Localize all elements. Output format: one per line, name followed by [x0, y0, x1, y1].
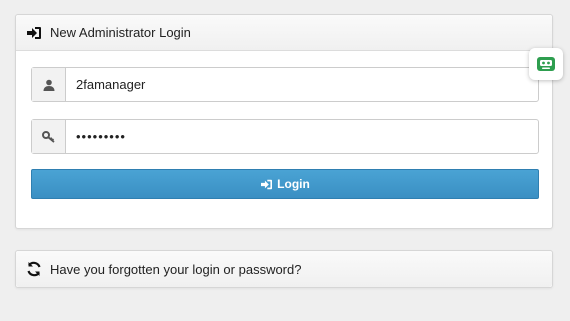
password-manager-extension-button[interactable] — [529, 48, 563, 80]
forgot-panel-heading[interactable]: Have you forgotten your login or passwor… — [16, 251, 552, 287]
forgot-password-link[interactable]: Have you forgotten your login or passwor… — [50, 262, 301, 277]
username-input-group — [31, 67, 539, 102]
sign-in-icon — [26, 26, 42, 40]
login-button-label: Login — [277, 177, 310, 191]
password-manager-icon — [536, 56, 556, 72]
sign-in-icon — [260, 179, 273, 190]
user-icon — [32, 68, 66, 101]
login-panel-title: New Administrator Login — [50, 25, 191, 40]
password-input-group — [31, 119, 539, 154]
password-input[interactable] — [66, 120, 538, 153]
key-icon — [32, 120, 66, 153]
refresh-icon — [26, 261, 42, 277]
login-button[interactable]: Login — [31, 169, 539, 199]
login-panel-heading: New Administrator Login — [16, 15, 552, 51]
username-input[interactable] — [66, 68, 538, 101]
login-panel: New Administrator Login Login — [15, 14, 553, 229]
forgot-panel[interactable]: Have you forgotten your login or passwor… — [15, 250, 553, 288]
